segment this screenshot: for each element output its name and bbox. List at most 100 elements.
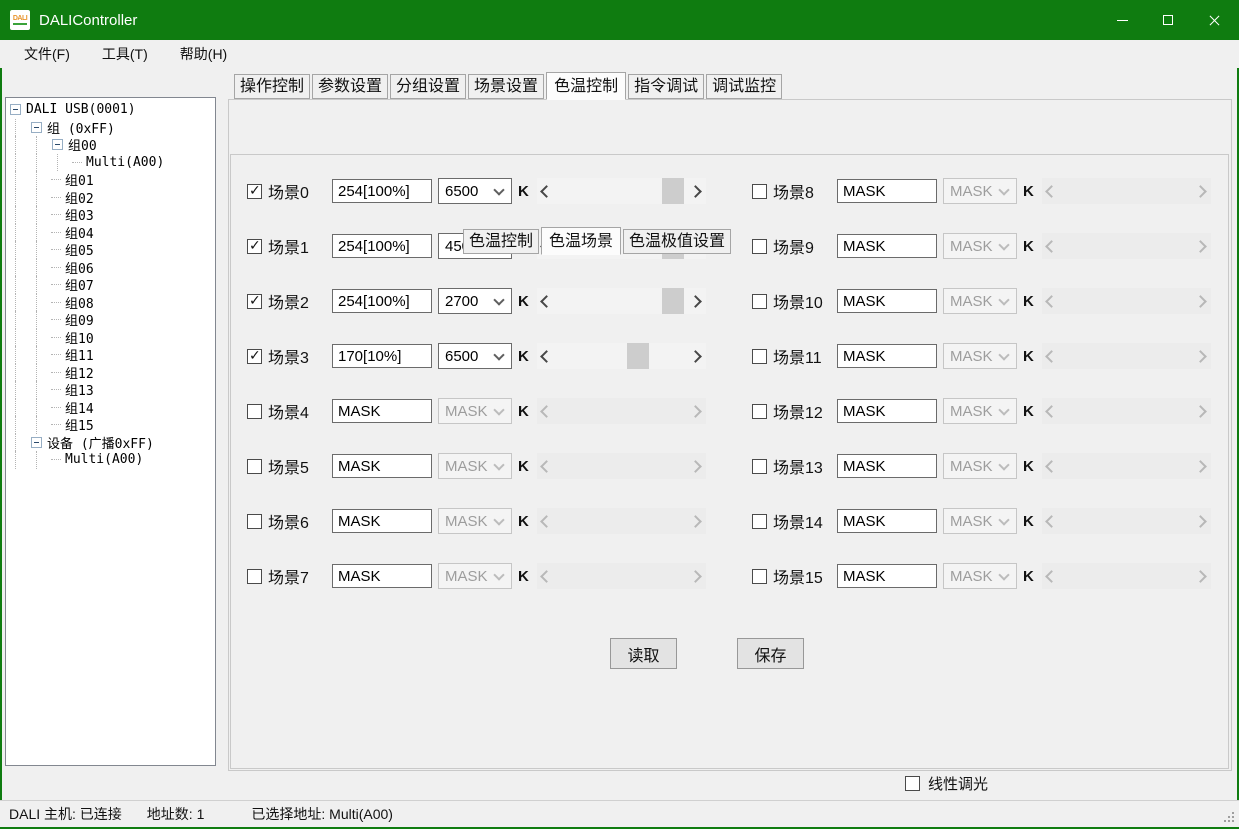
scroll-right-arrow-icon[interactable] — [689, 508, 706, 534]
scroll-left-arrow-icon[interactable] — [1042, 563, 1059, 589]
sub-tab-0[interactable]: 色温控制 — [463, 229, 539, 254]
scene-slider[interactable] — [537, 453, 706, 479]
maximize-button[interactable] — [1145, 0, 1191, 40]
scene-checkbox[interactable] — [752, 569, 767, 584]
scene-temp-select[interactable]: 6500 — [438, 343, 512, 369]
tree-expander-icon[interactable] — [31, 122, 42, 133]
tree-item[interactable]: 组01 — [9, 171, 215, 189]
scene-temp-select[interactable]: MASK — [943, 563, 1017, 589]
scroll-left-arrow-icon[interactable] — [1042, 178, 1059, 204]
main-tab-0[interactable]: 操作控制 — [234, 74, 310, 99]
scroll-thumb[interactable] — [662, 178, 684, 204]
scene-checkbox[interactable] — [752, 459, 767, 474]
scroll-right-arrow-icon[interactable] — [1194, 453, 1211, 479]
scene-slider[interactable] — [1042, 178, 1211, 204]
scene-temp-select[interactable]: MASK — [943, 508, 1017, 534]
scroll-right-arrow-icon[interactable] — [689, 178, 706, 204]
scene-checkbox[interactable] — [247, 184, 262, 199]
scene-slider[interactable] — [1042, 343, 1211, 369]
read-button[interactable]: 读取 — [610, 638, 677, 669]
minimize-button[interactable] — [1099, 0, 1145, 40]
linear-dim-checkbox[interactable] — [905, 776, 920, 791]
tree-item[interactable]: 组11 — [9, 346, 215, 364]
tree-expander-icon[interactable] — [10, 104, 21, 115]
tree-item[interactable]: 组15 — [9, 416, 215, 434]
scene-slider[interactable] — [1042, 398, 1211, 424]
scroll-left-arrow-icon[interactable] — [537, 343, 554, 369]
scene-value-input[interactable] — [837, 509, 937, 533]
scene-checkbox[interactable] — [247, 569, 262, 584]
scroll-right-arrow-icon[interactable] — [689, 343, 706, 369]
main-tab-6[interactable]: 调试监控 — [706, 74, 782, 99]
scene-value-input[interactable] — [837, 399, 937, 423]
scene-slider[interactable] — [537, 508, 706, 534]
scroll-right-arrow-icon[interactable] — [1194, 343, 1211, 369]
scroll-right-arrow-icon[interactable] — [1194, 398, 1211, 424]
tree-expander-icon[interactable] — [31, 437, 42, 448]
scene-checkbox[interactable] — [752, 239, 767, 254]
scene-checkbox[interactable] — [247, 349, 262, 364]
scroll-thumb[interactable] — [627, 343, 649, 369]
scene-checkbox[interactable] — [752, 404, 767, 419]
main-tab-5[interactable]: 指令调试 — [628, 74, 704, 99]
tree-item[interactable]: DALI USB(0001) — [9, 101, 215, 119]
tree-item[interactable]: 设备 (广播0xFF) — [9, 434, 215, 452]
main-tab-3[interactable]: 场景设置 — [468, 74, 544, 99]
scene-temp-select[interactable]: MASK — [943, 233, 1017, 259]
scroll-right-arrow-icon[interactable] — [1194, 563, 1211, 589]
scroll-left-arrow-icon[interactable] — [1042, 453, 1059, 479]
scroll-thumb[interactable] — [662, 288, 684, 314]
scene-slider[interactable] — [1042, 453, 1211, 479]
scene-slider[interactable] — [537, 288, 706, 314]
scroll-right-arrow-icon[interactable] — [689, 563, 706, 589]
scene-value-input[interactable] — [332, 509, 432, 533]
scene-temp-select[interactable]: MASK — [943, 453, 1017, 479]
scene-temp-select[interactable]: MASK — [438, 563, 512, 589]
menu-item-1[interactable]: 工具(T) — [86, 40, 164, 68]
save-button[interactable]: 保存 — [737, 638, 804, 669]
scene-checkbox[interactable] — [247, 404, 262, 419]
scene-value-input[interactable] — [837, 564, 937, 588]
scene-slider[interactable] — [537, 178, 706, 204]
tree-expander-icon[interactable] — [52, 139, 63, 150]
scene-slider[interactable] — [1042, 288, 1211, 314]
scroll-left-arrow-icon[interactable] — [537, 178, 554, 204]
scene-slider[interactable] — [1042, 233, 1211, 259]
scene-temp-select[interactable]: MASK — [438, 453, 512, 479]
scene-temp-select[interactable]: MASK — [943, 178, 1017, 204]
scroll-left-arrow-icon[interactable] — [537, 398, 554, 424]
scene-temp-select[interactable]: MASK — [438, 508, 512, 534]
scene-slider[interactable] — [1042, 508, 1211, 534]
scroll-right-arrow-icon[interactable] — [689, 398, 706, 424]
scene-checkbox[interactable] — [247, 514, 262, 529]
scroll-left-arrow-icon[interactable] — [1042, 233, 1059, 259]
tree-item[interactable]: 组00 — [9, 136, 215, 154]
sub-tab-1[interactable]: 色温场景 — [541, 227, 621, 255]
scroll-left-arrow-icon[interactable] — [537, 508, 554, 534]
scene-value-input[interactable] — [332, 564, 432, 588]
scroll-left-arrow-icon[interactable] — [1042, 508, 1059, 534]
scene-value-input[interactable] — [837, 344, 937, 368]
scene-slider[interactable] — [1042, 563, 1211, 589]
tree-item[interactable]: Multi(A00) — [9, 451, 215, 469]
scene-value-input[interactable] — [332, 179, 432, 203]
tree-item[interactable]: Multi(A00) — [9, 154, 215, 172]
scene-slider[interactable] — [537, 343, 706, 369]
scene-value-input[interactable] — [332, 344, 432, 368]
scene-slider[interactable] — [537, 398, 706, 424]
tree-item[interactable]: 组06 — [9, 259, 215, 277]
scene-checkbox[interactable] — [247, 239, 262, 254]
tree-item[interactable]: 组 (0xFF) — [9, 119, 215, 137]
tree-item[interactable]: 组02 — [9, 189, 215, 207]
scene-value-input[interactable] — [837, 454, 937, 478]
sub-tab-2[interactable]: 色温极值设置 — [623, 229, 731, 254]
tree-item[interactable]: 组14 — [9, 399, 215, 417]
scene-checkbox[interactable] — [752, 294, 767, 309]
tree-item[interactable]: 组10 — [9, 329, 215, 347]
scene-checkbox[interactable] — [752, 184, 767, 199]
tree-item[interactable]: 组04 — [9, 224, 215, 242]
scene-temp-select[interactable]: MASK — [943, 343, 1017, 369]
scene-value-input[interactable] — [332, 289, 432, 313]
scroll-right-arrow-icon[interactable] — [689, 288, 706, 314]
scene-temp-select[interactable]: 6500 — [438, 178, 512, 204]
